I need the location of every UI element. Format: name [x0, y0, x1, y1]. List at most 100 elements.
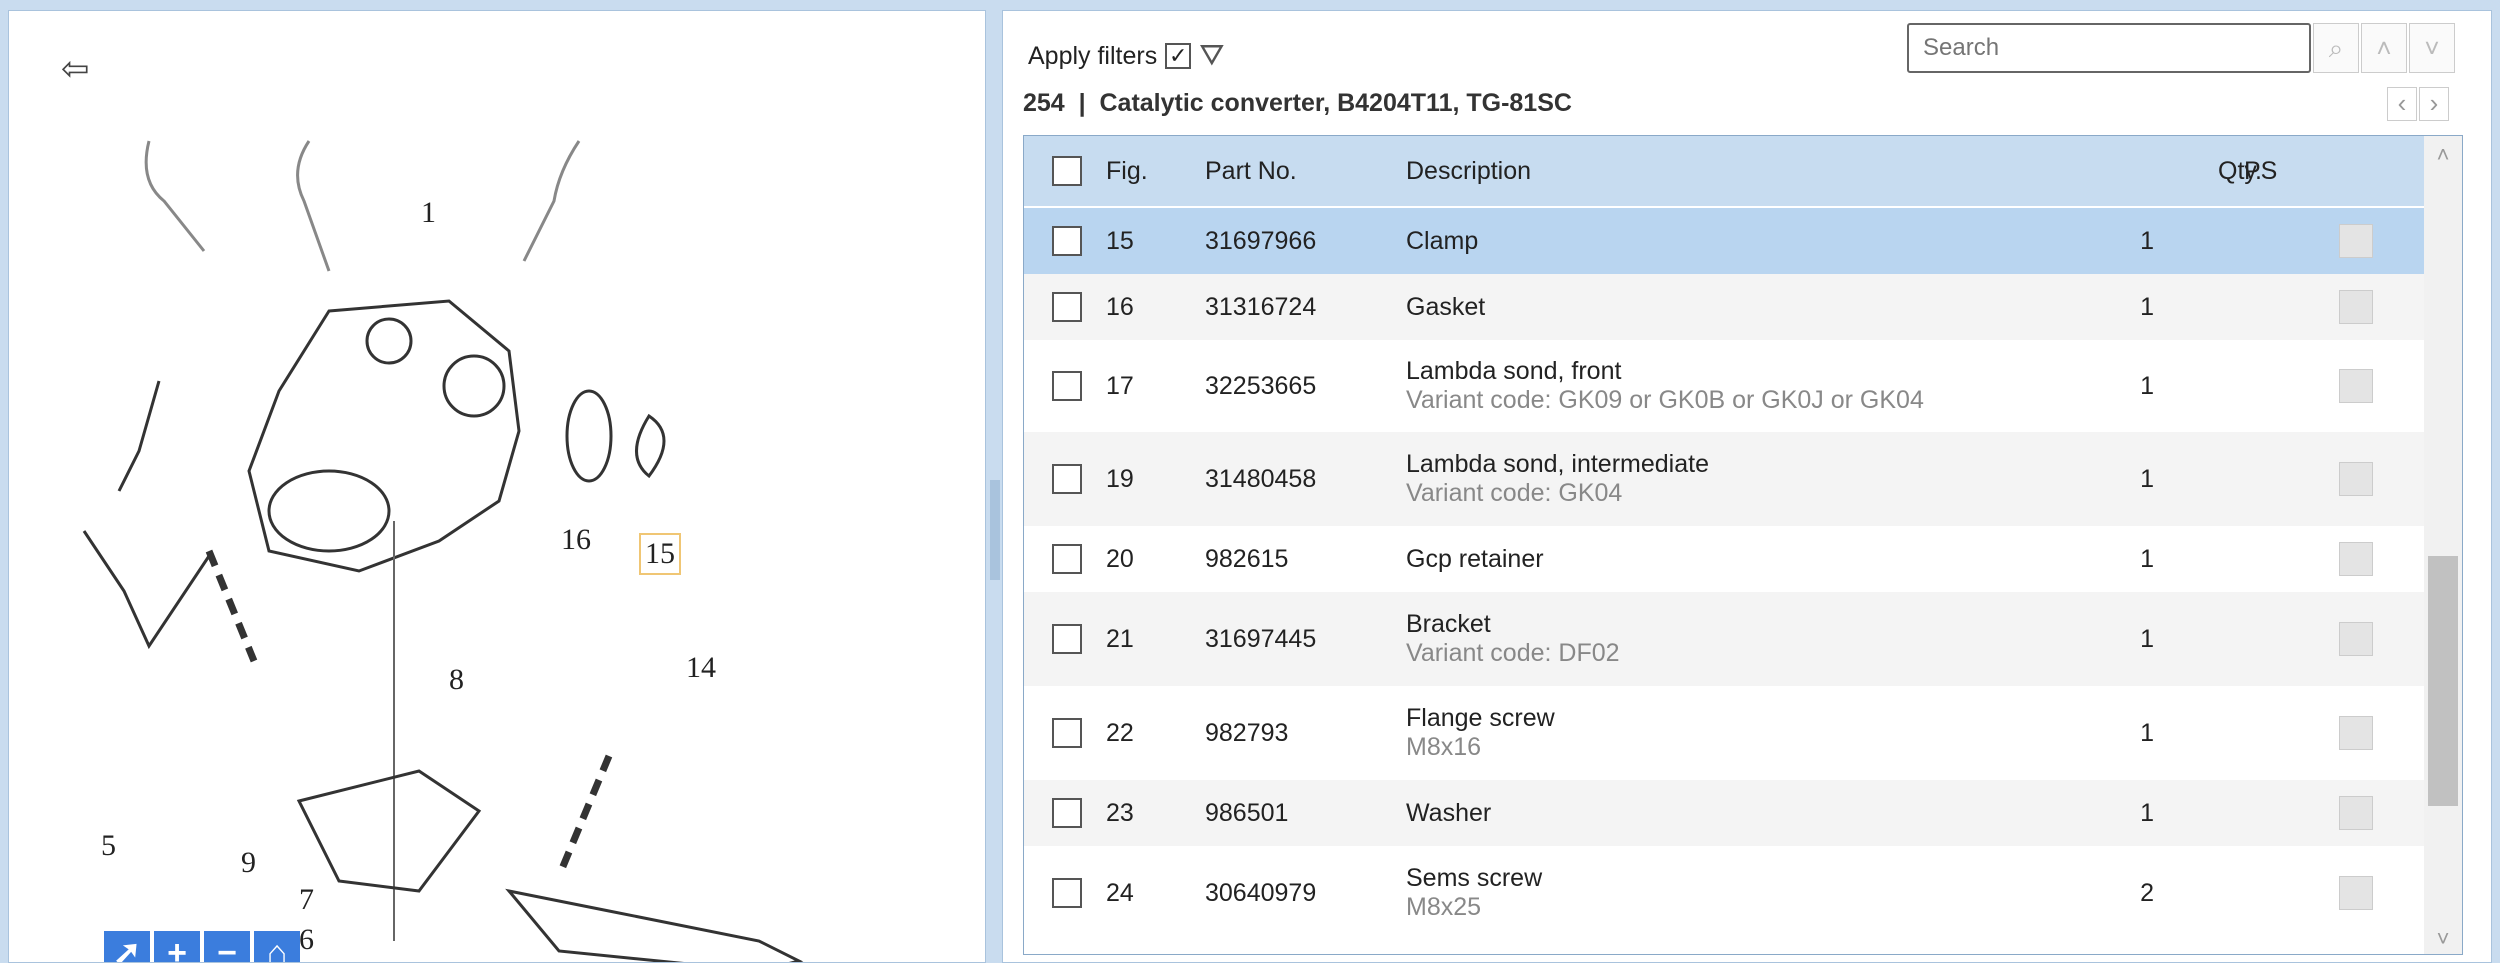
table-row[interactable]: 16 31316724 Gasket 1: [1024, 274, 2424, 340]
parts-list-panel: Apply filters ✓ ⛛ ⌕ ˄ ˅ 254 | Catalytic …: [1002, 10, 2492, 963]
callout-14[interactable]: 14: [686, 651, 716, 685]
table-row[interactable]: 15 31697966 Clamp 1: [1024, 208, 2424, 274]
previous-section-button[interactable]: ‹: [2387, 87, 2417, 121]
header-part-no[interactable]: Part No.: [1205, 157, 1297, 186]
part-no-cell: 982793: [1205, 718, 1289, 747]
callout-6[interactable]: 6: [299, 923, 314, 957]
note-icon[interactable]: [2339, 462, 2373, 496]
table-row[interactable]: 23 986501 Washer 1: [1024, 780, 2424, 846]
description-cell: Bracket Variant code: DF02: [1406, 610, 1620, 668]
select-all-checkbox[interactable]: [1052, 156, 1082, 186]
search-icon[interactable]: ⌕: [2313, 23, 2359, 73]
fig-cell: 22: [1106, 718, 1134, 747]
part-no-cell: 31697445: [1205, 624, 1317, 653]
note-icon[interactable]: [2339, 224, 2373, 258]
row-checkbox[interactable]: [1052, 624, 1082, 654]
row-checkbox[interactable]: [1052, 226, 1082, 256]
parts-table: Fig. Part No. Description Qty. PS 15 316…: [1023, 135, 2463, 955]
row-checkbox[interactable]: [1052, 878, 1082, 908]
variant-text: Variant code: DF02: [1406, 639, 1620, 667]
description-cell: Sems screw M8x25: [1406, 864, 1542, 922]
zoom-in-button[interactable]: +: [154, 931, 200, 962]
qty-cell: 1: [2140, 624, 2154, 653]
note-icon[interactable]: [2339, 716, 2373, 750]
qty-cell: 1: [2140, 226, 2154, 255]
fig-cell: 21: [1106, 624, 1134, 653]
part-no-cell: 30640979: [1205, 878, 1317, 907]
callout-5[interactable]: 5: [101, 829, 116, 863]
fig-cell: 24: [1106, 878, 1134, 907]
note-icon[interactable]: [2339, 876, 2373, 910]
scrollbar-thumb[interactable]: [2428, 556, 2458, 806]
scrollbar[interactable]: ˄ ˅: [2424, 136, 2462, 954]
note-icon[interactable]: [2339, 290, 2373, 324]
next-section-button[interactable]: ›: [2419, 87, 2449, 121]
description-cell: Gcp retainer: [1406, 545, 1544, 574]
variant-text: M8x25: [1406, 893, 1482, 921]
part-no-cell: 32253665: [1205, 371, 1317, 400]
row-checkbox[interactable]: [1052, 798, 1082, 828]
description-text: Gasket: [1406, 292, 1486, 321]
description-cell: Lambda sond, intermediate Variant code: G…: [1406, 450, 1709, 508]
apply-filters-checkbox[interactable]: ✓: [1165, 43, 1192, 69]
note-icon[interactable]: [2339, 796, 2373, 830]
row-checkbox[interactable]: [1052, 544, 1082, 574]
row-checkbox[interactable]: [1052, 718, 1082, 748]
description-text: Bracket: [1406, 610, 1491, 638]
scroll-down-icon[interactable]: ˅: [2424, 926, 2462, 952]
row-checkbox[interactable]: [1052, 464, 1082, 494]
variant-text: Variant code: GK09 or GK0B or GK0J or GK…: [1406, 386, 1924, 414]
fig-cell: 20: [1106, 544, 1134, 573]
callout-9[interactable]: 9: [241, 846, 256, 880]
next-result-button[interactable]: ˅: [2409, 23, 2455, 73]
description-text: Flange screw: [1406, 704, 1555, 732]
search-input[interactable]: [1907, 23, 2311, 73]
description-text: Lambda sond, intermediate: [1406, 450, 1709, 478]
header-description[interactable]: Description: [1406, 157, 1531, 186]
qty-cell: 1: [2140, 798, 2154, 827]
description-text: Washer: [1406, 798, 1492, 827]
table-row[interactable]: 19 31480458 Lambda sond, intermediate Var…: [1024, 432, 2424, 526]
note-icon[interactable]: [2339, 369, 2373, 403]
callout-8[interactable]: 8: [449, 663, 464, 697]
row-checkbox[interactable]: [1052, 371, 1082, 401]
callout-15[interactable]: 15: [639, 533, 681, 575]
qty-cell: 1: [2140, 464, 2154, 493]
description-text: Sems screw: [1406, 864, 1543, 892]
table-row[interactable]: 21 31697445 Bracket Variant code: DF02 1: [1024, 592, 2424, 686]
description-cell: Washer: [1406, 799, 1491, 828]
description-text: Gcp retainer: [1406, 544, 1544, 573]
variant-text: M8x16: [1406, 733, 1482, 761]
part-no-cell: 31697966: [1205, 226, 1317, 255]
part-no-cell: 986501: [1205, 798, 1289, 827]
part-no-cell: 982615: [1205, 544, 1289, 573]
previous-result-button[interactable]: ˄: [2361, 23, 2407, 73]
row-checkbox[interactable]: [1052, 292, 1082, 322]
note-icon[interactable]: [2339, 542, 2373, 576]
callout-16[interactable]: 16: [561, 523, 591, 557]
qty-cell: 1: [2140, 371, 2154, 400]
table-row[interactable]: 17 32253665 Lambda sond, front Variant co…: [1024, 340, 2424, 432]
scroll-up-icon[interactable]: ˄: [2424, 142, 2462, 168]
table-row[interactable]: 24 30640979 Sems screw M8x25 2: [1024, 846, 2424, 940]
callout-1[interactable]: 1: [421, 196, 436, 230]
callout-7[interactable]: 7: [299, 883, 314, 917]
parts-diagram: [82, 140, 804, 962]
pointer-icon[interactable]: ➚: [104, 931, 150, 962]
zoom-toolbar: ➚ + − ⌂: [104, 931, 300, 962]
description-cell: Clamp: [1406, 227, 1478, 256]
variant-text: Variant code: GK04: [1406, 479, 1623, 507]
filter-icon[interactable]: ⛛: [1199, 39, 1224, 73]
home-icon[interactable]: ⌂: [254, 931, 300, 962]
part-no-cell: 31480458: [1205, 464, 1317, 493]
part-no-cell: 31316724: [1205, 292, 1317, 321]
fig-cell: 15: [1106, 226, 1134, 255]
header-fig[interactable]: Fig.: [1106, 157, 1148, 186]
qty-cell: 2: [2140, 878, 2154, 907]
zoom-out-button[interactable]: −: [204, 931, 250, 962]
header-ps[interactable]: PS: [2244, 157, 2277, 186]
table-row[interactable]: 20 982615 Gcp retainer 1: [1024, 526, 2424, 592]
note-icon[interactable]: [2339, 622, 2373, 656]
table-row[interactable]: 22 982793 Flange screw M8x16 1: [1024, 686, 2424, 780]
description-cell: Flange screw M8x16: [1406, 704, 1555, 762]
